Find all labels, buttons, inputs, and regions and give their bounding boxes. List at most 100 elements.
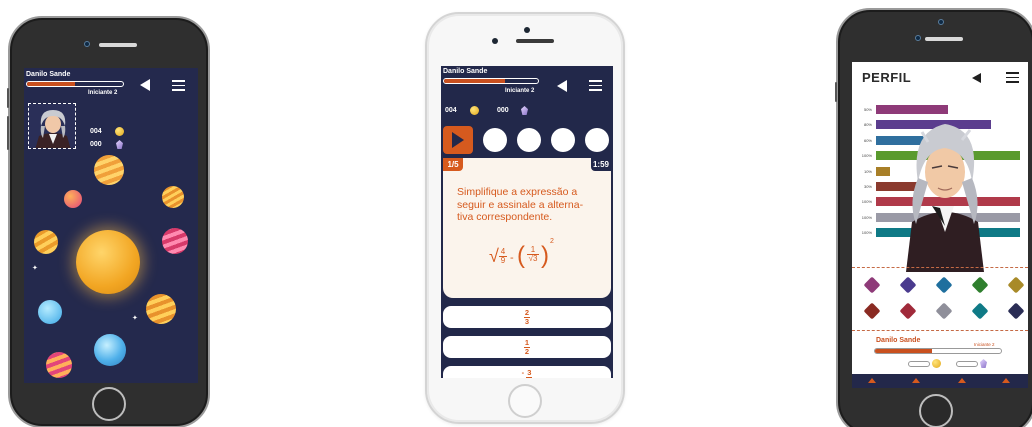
home-button[interactable]: [919, 394, 953, 427]
home-button[interactable]: [92, 387, 126, 421]
coin-icon: [470, 106, 479, 115]
badge-icon[interactable]: [863, 276, 881, 294]
nav-arrow-icon[interactable]: [912, 378, 920, 383]
front-camera: [938, 19, 944, 25]
planet-orange-right[interactable]: [162, 186, 184, 208]
xp-progress-bar: [443, 78, 539, 84]
badge-icon[interactable]: [1007, 302, 1025, 320]
gem-count: 000: [497, 107, 509, 114]
question-slot-2[interactable]: [517, 128, 541, 152]
player-level: Iniciante 2: [88, 90, 118, 96]
menu-icon[interactable]: [172, 80, 185, 91]
stat-label: 30%: [863, 184, 872, 189]
coin-icon: [932, 359, 941, 368]
badge-icon[interactable]: [1007, 276, 1025, 294]
badge-icon[interactable]: [935, 276, 953, 294]
solar-system-screen: Danilo Sande Iniciante 2 004 000 ✦ ✦: [24, 68, 198, 383]
home-button[interactable]: [508, 384, 542, 418]
question-text: Simplifique a expressão a seguir e assin…: [457, 186, 584, 223]
divider: [852, 330, 1028, 331]
stat-label: 50%: [863, 107, 872, 112]
coin-count: 004: [445, 107, 457, 114]
nav-arrow-icon[interactable]: [1002, 378, 1010, 383]
bottom-nav: [852, 374, 1028, 388]
question-number: 1/5: [443, 158, 463, 171]
answer-option-2[interactable]: 12: [443, 336, 611, 358]
avatar-portrait: [29, 104, 75, 148]
sun-planet[interactable]: [76, 230, 140, 294]
coin-icon: [115, 127, 124, 136]
nav-arrow-icon[interactable]: [868, 378, 876, 383]
planet-pink-right[interactable]: [162, 228, 188, 254]
planet-pink-small[interactable]: [64, 190, 82, 208]
stat-bar: [876, 166, 891, 176]
speaker-grille: [516, 39, 554, 43]
gem-icon: [116, 140, 123, 149]
speaker-grille: [99, 43, 137, 47]
planet-pink-bottom[interactable]: [46, 352, 72, 378]
badge-icon[interactable]: [899, 302, 917, 320]
stat-label: 100%: [861, 199, 872, 205]
phone-quiz: Danilo Sande Iniciante 2 004 000 1/5 1:5…: [425, 12, 625, 424]
gem-icon: [521, 106, 528, 115]
planet-blue-left[interactable]: [38, 300, 62, 324]
menu-icon[interactable]: [1006, 72, 1019, 83]
planet-orange-top[interactable]: [94, 155, 124, 185]
sparkle-icon: ✦: [132, 315, 138, 322]
question-formula: √ 4 9 - ( 1 √3 ) 2: [489, 238, 554, 269]
badge-icon[interactable]: [971, 302, 989, 320]
back-arrow-icon[interactable]: [557, 80, 567, 92]
gem-count: 000: [90, 141, 102, 148]
back-arrow-icon[interactable]: [972, 73, 981, 83]
question-slot-4[interactable]: [585, 128, 609, 152]
nav-arrow-icon[interactable]: [958, 378, 966, 383]
question-card: 1/5 1:59 Simplifique a expressão a segui…: [443, 158, 611, 298]
sparkle-icon: ✦: [32, 265, 38, 272]
character-portrait: [906, 124, 984, 272]
question-slot-1[interactable]: [483, 128, 507, 152]
player-name: Danilo Sande: [443, 68, 488, 75]
app-showcase: Danilo Sande Iniciante 2 004 000 ✦ ✦ Dan…: [0, 0, 1032, 427]
player-name: Danilo Sande: [26, 71, 71, 78]
play-button[interactable]: [443, 126, 473, 154]
profile-progress-bar: [874, 348, 1002, 354]
gem-pill: [956, 361, 978, 367]
answer-option-1[interactable]: 23: [443, 306, 611, 328]
phone-solar-system: Danilo Sande Iniciante 2 004 000 ✦ ✦: [7, 16, 210, 427]
coin-pill: [908, 361, 930, 367]
player-avatar[interactable]: [28, 103, 76, 149]
stat-label: 100%: [861, 214, 872, 220]
stat-label: 60%: [863, 137, 872, 143]
planet-gold-left[interactable]: [34, 230, 58, 254]
profile-screen: PERFIL Danilo Sande Iniciante 2 50% 80% …: [852, 62, 1028, 388]
phone-profile: PERFIL Danilo Sande Iniciante 2 50% 80% …: [835, 8, 1032, 427]
sensor-dot: [915, 35, 921, 41]
front-camera: [524, 27, 530, 33]
divider: [852, 267, 1028, 268]
xp-progress-bar: [26, 81, 124, 87]
badge-icon[interactable]: [971, 276, 989, 294]
badge-icon[interactable]: [863, 302, 881, 320]
quiz-screen: Danilo Sande Iniciante 2 004 000 1/5 1:5…: [441, 66, 613, 378]
menu-icon[interactable]: [589, 80, 602, 91]
stat-label: 100%: [861, 230, 872, 236]
page-title: PERFIL: [862, 70, 912, 85]
answer-option-3[interactable]: - 3: [443, 366, 611, 378]
player-level: Iniciante 2: [505, 88, 535, 94]
stat-label: 100%: [861, 153, 872, 159]
badge-icon[interactable]: [899, 276, 917, 294]
gem-icon: [980, 359, 987, 368]
stat-label: 80%: [863, 122, 872, 128]
badge-icon[interactable]: [935, 302, 953, 320]
planet-blue-bottom[interactable]: [94, 334, 126, 366]
question-timer: 1:59: [591, 158, 611, 171]
coin-count: 004: [90, 128, 102, 135]
profile-name: Danilo Sande: [876, 337, 921, 344]
profile-level: Iniciante 2: [974, 342, 995, 347]
front-camera: [84, 41, 90, 47]
back-arrow-icon[interactable]: [140, 79, 150, 91]
planet-gold-ringed[interactable]: [146, 294, 176, 324]
speaker-grille: [925, 37, 963, 41]
sensor-dot: [492, 38, 498, 44]
question-slot-3[interactable]: [551, 128, 575, 152]
